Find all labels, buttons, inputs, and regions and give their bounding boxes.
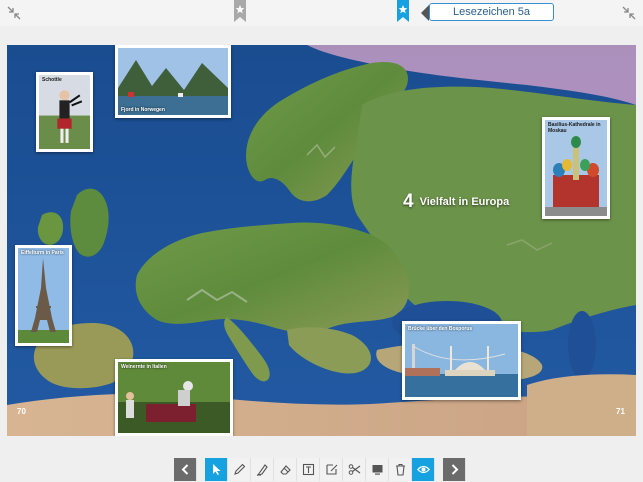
delete-tool-button[interactable] (389, 458, 412, 481)
pointer-icon (212, 464, 220, 475)
eraser-icon (279, 465, 291, 475)
photo-moscow[interactable]: Basilius-Kathedrale in Moskau (542, 117, 610, 219)
cathedral-image (545, 120, 607, 216)
page-number-right: 71 (616, 407, 625, 416)
book-page-spread[interactable]: Schottle Fjord in Norwegen Basilius-Kath… (7, 45, 636, 436)
pencil-tool-button[interactable] (228, 458, 251, 481)
collapse-arrows-icon[interactable] (622, 6, 636, 20)
scissors-icon (348, 464, 360, 475)
chapter-heading: 4 Vielfalt in Europa (403, 191, 509, 213)
next-page-button[interactable] (443, 458, 466, 481)
annotation-toolbar (174, 458, 466, 481)
photo-caption: Eiffelturm in Paris (21, 250, 64, 256)
top-bar: Lesezeichen 5a (0, 0, 643, 26)
grape-harvest-image (118, 362, 230, 433)
screen-tool-button[interactable] (366, 458, 389, 481)
photo-norway[interactable]: Fjord in Norwegen (115, 45, 231, 118)
bookmark-name-field[interactable]: Lesezeichen 5a (429, 3, 554, 21)
screen-icon (372, 465, 382, 475)
text-box-icon (302, 463, 314, 476)
europe-map (7, 45, 636, 436)
photo-caption: Schottle (42, 77, 62, 83)
highlighter-tool-button[interactable] (251, 458, 274, 481)
previous-page-button[interactable] (174, 458, 197, 481)
note-icon (325, 464, 337, 475)
fjord-image (118, 48, 228, 115)
bosporus-bridge-image (405, 324, 518, 397)
chevron-left-icon (181, 464, 188, 475)
bookmark-pointer (421, 5, 429, 21)
trash-icon (395, 463, 405, 476)
scissors-tool-button[interactable] (343, 458, 366, 481)
photo-paris[interactable]: Eiffelturm in Paris (15, 245, 72, 346)
star-ribbon-icon[interactable] (234, 0, 246, 22)
collapse-arrows-icon[interactable] (7, 6, 21, 20)
pencil-icon (233, 463, 245, 475)
chevron-right-icon (451, 464, 458, 475)
eraser-tool-button[interactable] (274, 458, 297, 481)
eye-icon (416, 465, 430, 474)
select-tool-button[interactable] (205, 458, 228, 481)
eiffel-tower-image (18, 248, 69, 343)
photo-caption: Fjord in Norwegen (121, 107, 165, 113)
photo-bosporus[interactable]: Brücke über den Bosporus (402, 321, 521, 400)
photo-caption: Brücke über den Bosporus (408, 326, 473, 332)
chapter-title: Vielfalt in Europa (419, 196, 510, 208)
visibility-toggle-button[interactable] (412, 458, 435, 481)
photo-italy[interactable]: Weinernte in Italien (115, 359, 233, 436)
highlighter-icon (256, 464, 268, 476)
photo-caption: Weinernte in Italien (121, 364, 167, 370)
chapter-number: 4 (403, 191, 414, 212)
photo-caption: Basilius-Kathedrale in Moskau (548, 122, 601, 134)
page-number-left: 70 (17, 407, 26, 416)
photo-scotland[interactable]: Schottle (36, 72, 93, 152)
piper-image (39, 75, 90, 149)
star-ribbon-icon[interactable] (397, 0, 409, 22)
text-box-tool-button[interactable] (297, 458, 320, 481)
note-tool-button[interactable] (320, 458, 343, 481)
